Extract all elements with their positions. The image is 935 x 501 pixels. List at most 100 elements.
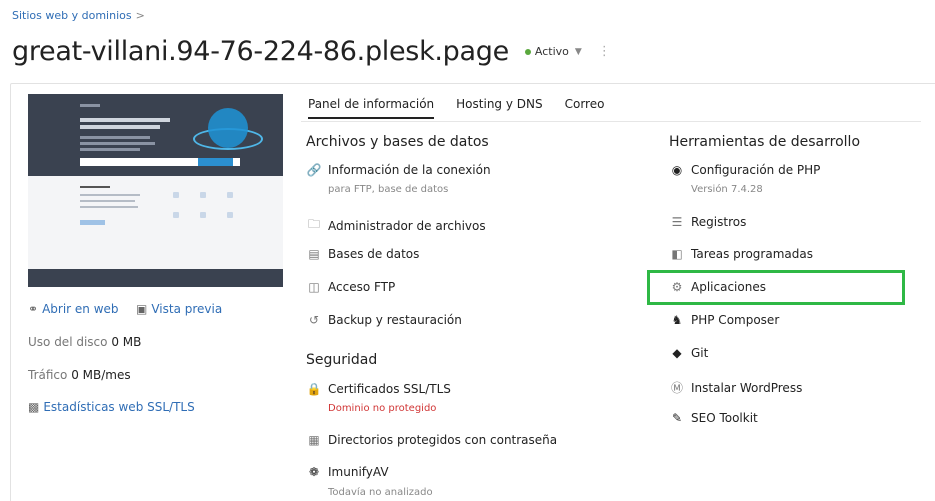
preview-icon-cell [227,212,233,218]
preview-text-line [80,200,135,202]
preview-button-small [80,220,105,225]
page-title: great-villani.94-76-224-86.plesk.page [12,36,509,67]
status-dot-icon [524,48,531,55]
preview-button [198,158,233,166]
protected-directories-label: Directorios protegidos con contraseña [328,433,558,447]
preview-icon-cell [173,212,179,218]
folder-icon: 🗀 [307,217,320,231]
seo-toolkit-item[interactable]: ✎ SEO Toolkit [669,411,758,425]
imunifyav-item[interactable]: ❁ ImunifyAV [306,465,389,479]
protected-folder-icon: ▦ [308,433,320,447]
database-icon: ▤ [308,247,320,261]
logs-icon: ☰ [671,215,683,229]
preview-text-line [80,186,110,188]
backup-label: Backup y restauración [328,313,462,327]
breadcrumb-separator: > [135,9,145,22]
wordpress-icon: Ⓜ [670,381,683,395]
traffic-label: Tráfico [28,368,68,382]
ssl-stats-link[interactable]: ▩ Estadísticas web SSL/TLS [28,400,195,414]
preview-text-line [80,142,155,145]
certificate-icon: 🔒 [306,382,322,396]
preview-icon-cell [227,192,233,198]
protected-directories-item[interactable]: ▦ Directorios protegidos con contraseña [306,433,557,447]
connection-info-sub: para FTP, base de datos [328,184,449,195]
preview-text-line [80,104,100,107]
logs-item[interactable]: ☰ Registros [669,215,747,229]
preview-illustration [208,108,248,148]
bar-chart-icon: ▩ [28,400,40,414]
file-manager-item[interactable]: 🗀 Administrador de archivos [306,215,486,236]
security-section-title: Seguridad [306,352,378,368]
traffic: Tráfico 0 MB/mes [28,368,131,382]
ssl-stats-label: Estadísticas web SSL/TLS [43,400,195,414]
php-icon: ◉ [671,163,683,177]
disk-usage-label: Uso del disco [28,335,108,349]
scheduled-tasks-label: Tareas programadas [691,247,813,261]
globe-icon: ⚭ [28,302,39,316]
tab-bar: Panel de información Hosting y DNS Corre… [308,97,626,119]
php-composer-label: PHP Composer [691,313,780,327]
tab-hosting-dns[interactable]: Hosting y DNS [456,97,542,119]
php-settings-item[interactable]: ◉ Configuración de PHP [669,163,821,177]
preview-text-line [80,118,170,122]
preview-text-line [80,206,138,208]
ftp-icon: ◫ [308,280,320,294]
tab-dashboard[interactable]: Panel de información [308,97,435,119]
seo-toolkit-label: SEO Toolkit [691,411,758,425]
preview-text-line [80,194,140,196]
php-composer-item[interactable]: ♞ PHP Composer [669,313,780,327]
connection-info-item[interactable]: 🔗 Información de la conexión [306,163,491,177]
dev-tools-section-title: Herramientas de desarrollo [669,134,861,150]
preview-text-line [80,148,140,151]
disk-usage: Uso del disco 0 MB [28,335,141,349]
databases-item[interactable]: ▤ Bases de datos [306,247,419,261]
git-item[interactable]: ◆ Git [669,346,708,360]
chevron-down-icon: ▼ [574,46,582,57]
breadcrumb-link[interactable]: Sitios web y dominios [12,9,132,22]
preview-icon-cell [200,212,206,218]
status-label: Activo [534,45,569,58]
tab-mail[interactable]: Correo [565,97,605,119]
git-label: Git [691,346,709,360]
preview-text-line [80,125,160,129]
composer-icon: ♞ [671,313,683,327]
preview-footer [28,269,283,287]
website-preview-thumbnail[interactable] [28,94,283,287]
ssl-certificates-item[interactable]: 🔒 Certificados SSL/TLS [306,382,451,396]
more-options-icon[interactable]: ⋮ [598,45,611,58]
seo-icon: ✎ [671,411,683,425]
breadcrumb[interactable]: Sitios web y dominios > [12,9,145,22]
scheduled-tasks-item[interactable]: ◧ Tareas programadas [669,247,813,261]
imunifyav-label: ImunifyAV [328,465,389,479]
title-row: great-villani.94-76-224-86.plesk.page Ac… [12,36,611,67]
traffic-value: 0 MB/mes [71,368,131,382]
logs-label: Registros [691,215,747,229]
preview-icon-cell [173,192,179,198]
databases-label: Bases de datos [328,247,420,261]
preview-link[interactable]: ▣ Vista previa [136,302,222,316]
open-in-web-link[interactable]: ⚭ Abrir en web [28,302,119,316]
ftp-access-item[interactable]: ◫ Acceso FTP [306,280,395,294]
status-dropdown[interactable]: Activo ▼ [524,45,582,58]
imunifyav-sub: Todavía no analizado [328,487,433,498]
backup-item[interactable]: ↺ Backup y restauración [306,313,462,327]
files-section-title: Archivos y bases de datos [306,134,489,150]
domain-card: ⚭ Abrir en web ▣ Vista previa Uso del di… [10,83,935,501]
file-manager-label: Administrador de archivos [328,218,486,233]
preview-icon: ▣ [136,302,148,316]
link-icon: 🔗 [306,163,322,177]
applications-highlight-box [647,270,905,305]
preview-content-band [28,176,283,269]
ssl-certificates-label: Certificados SSL/TLS [328,382,451,396]
preview-label: Vista previa [151,302,223,316]
php-version: Versión 7.4.28 [691,184,763,195]
calendar-icon: ◧ [671,247,683,261]
ftp-access-label: Acceso FTP [328,280,396,294]
connection-info-label: Información de la conexión [328,163,491,177]
preview-icon-cell [200,192,206,198]
tab-divider [301,121,921,122]
php-settings-label: Configuración de PHP [691,163,821,177]
install-wordpress-label: Instalar WordPress [691,380,803,395]
install-wordpress-item[interactable]: Ⓜ Instalar WordPress [669,379,802,396]
preview-text-line [80,136,150,139]
